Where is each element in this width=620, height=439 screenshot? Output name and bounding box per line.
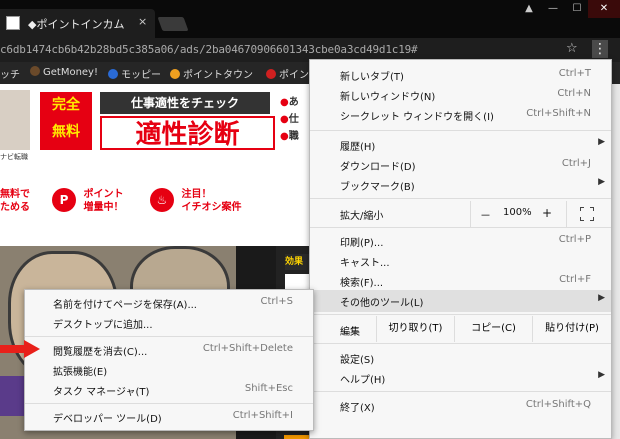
maximize-button[interactable]: ☐ — [566, 0, 588, 18]
menu-item-new-tab[interactable]: 新しいタブ(T) Ctrl+T — [310, 64, 611, 86]
zoom-label: 拡大/縮小 — [340, 211, 384, 222]
menu-item-help[interactable]: ヘルプ(H) ▶ — [310, 367, 611, 389]
menu-item-new-window[interactable]: 新しいウィンドウ(N) Ctrl+N — [310, 84, 611, 106]
menu-item-print[interactable]: 印刷(P)... Ctrl+P — [310, 230, 611, 252]
chrome-main-menu: 新しいタブ(T) Ctrl+T 新しいウィンドウ(N) Ctrl+N シークレット … — [309, 59, 612, 439]
cut-button[interactable]: 切り取り(T) — [376, 316, 454, 342]
menu-item-find[interactable]: 検索(F)... Ctrl+F — [310, 270, 611, 292]
menu-item-bookmarks[interactable]: ブックマーク(B) ▶ — [310, 174, 611, 196]
ad-banner[interactable]: ナビ転職 完全 無料 仕事適性をチェック 適性診断 ●あ ●仕 ●職 — [0, 84, 310, 161]
tab-title: ◆ポイントインカム — [28, 18, 125, 31]
menu-edit-row: 編集 切り取り(T) コピー(C) 貼り付け(P) — [310, 316, 611, 342]
submenu-arrow-icon: ▶ — [598, 137, 605, 147]
zoom-out-button[interactable]: － — [480, 207, 491, 223]
menu-separator — [310, 314, 611, 315]
close-window-button[interactable]: ✕ — [588, 0, 620, 18]
pointtown-icon — [170, 69, 180, 79]
chrome-menu-button[interactable]: ⋮ — [592, 40, 608, 58]
window-titlebar: ◆ポイントインカム × ▲ — ☐ ✕ — [0, 0, 620, 38]
submenu-item-save-page[interactable]: 名前を付けてページを保存(A)... Ctrl+S — [25, 293, 313, 313]
menu-separator — [310, 343, 611, 344]
favicon-icon — [6, 16, 20, 30]
submenu-arrow-icon: ▶ — [598, 177, 605, 187]
getmoney-icon — [30, 66, 40, 76]
ad-avatar-image — [0, 90, 30, 150]
menu-item-incognito[interactable]: シークレット ウィンドウを開く(I) Ctrl+Shift+N — [310, 104, 611, 126]
point-icon — [266, 69, 276, 79]
new-tab-button[interactable] — [157, 17, 189, 31]
submenu-item-add-to-desktop[interactable]: デスクトップに追加... — [25, 313, 313, 333]
feature-free[interactable]: 無料で ためる — [0, 188, 30, 214]
side-tag: 効果 — [285, 254, 311, 270]
zoom-in-button[interactable]: + — [542, 206, 552, 220]
browser-tab[interactable]: ◆ポイントインカム × — [0, 9, 155, 38]
zoom-level: 100% — [503, 207, 532, 218]
ad-main-text: 適性診断 — [100, 116, 275, 150]
bookmark-item-point[interactable]: ポイン — [266, 66, 309, 81]
submenu-item-extensions[interactable]: 拡張機能(E) — [25, 360, 313, 380]
profile-icon[interactable]: ▲ — [518, 0, 540, 18]
bookmark-item-getmoney[interactable]: GetMoney! — [30, 66, 98, 78]
menu-separator — [310, 227, 611, 228]
menu-separator — [25, 403, 313, 404]
menu-separator — [310, 198, 611, 199]
ad-badge-line2: 無料 — [52, 124, 80, 140]
bookmark-star-icon[interactable]: ☆ — [566, 41, 578, 56]
submenu-item-clear-browsing-data[interactable]: 閲覧履歴を消去(C)... Ctrl+Shift+Delete — [25, 340, 313, 360]
menu-separator — [310, 391, 611, 392]
edit-label: 編集 — [340, 327, 360, 338]
submenu-arrow-icon: ▶ — [598, 293, 605, 303]
paste-button[interactable]: 貼り付け(P) — [532, 316, 611, 342]
menu-item-exit[interactable]: 終了(X) Ctrl+Shift+Q — [310, 395, 611, 417]
menu-item-more-tools[interactable]: その他のツール(L) ▶ — [310, 290, 611, 312]
copy-button[interactable]: コピー(C) — [454, 316, 532, 342]
bookmark-item-moppy[interactable]: モッピー — [108, 66, 161, 81]
tab-close-button[interactable]: × — [138, 15, 147, 28]
feature-row: 無料で ためる P ポイント 増量中！ ♨ 注目！ イチオシ案件 — [0, 188, 310, 228]
fullscreen-icon[interactable] — [580, 207, 594, 221]
ad-title: 仕事適性をチェック — [100, 92, 270, 114]
purple-strip — [0, 376, 24, 416]
menu-zoom-row: 拡大/縮小 － 100% + — [310, 201, 611, 227]
ad-bullets: ●あ ●仕 ●職 — [280, 97, 299, 142]
more-tools-submenu: 名前を付けてページを保存(A)... Ctrl+S デスクトップに追加... 閲覧… — [24, 289, 314, 431]
moppy-icon — [108, 69, 118, 79]
menu-separator — [25, 336, 313, 337]
ad-badge-line1: 完全 — [52, 97, 80, 113]
submenu-arrow-icon: ▶ — [598, 370, 605, 380]
feature-point-up[interactable]: P ポイント 増量中！ — [52, 188, 123, 214]
menu-item-cast[interactable]: キャスト... — [310, 250, 611, 272]
submenu-item-developer-tools[interactable]: デベロッパー ツール(D) Ctrl+Shift+I — [25, 407, 313, 427]
menu-item-settings[interactable]: 設定(S) — [310, 347, 611, 369]
red-arrow-icon — [0, 340, 40, 358]
menu-item-downloads[interactable]: ダウンロード(D) Ctrl+J — [310, 154, 611, 176]
flame-icon: ♨ — [150, 188, 174, 212]
ad-avatar-caption: ナビ転職 — [0, 153, 28, 161]
minimize-button[interactable]: — — [542, 0, 564, 18]
bookmark-item[interactable]: ッチ — [0, 66, 20, 81]
ad-free-badge: 完全 無料 — [40, 92, 92, 150]
submenu-item-task-manager[interactable]: タスク マネージャ(T) Shift+Esc — [25, 380, 313, 400]
menu-item-history[interactable]: 履歴(H) ▶ — [310, 134, 611, 156]
feature-recommended[interactable]: ♨ 注目！ イチオシ案件 — [150, 188, 241, 214]
url-field[interactable]: c6db1474cb6b42b28bd5c385a06/ads/2ba04670… — [0, 43, 418, 56]
point-bag-icon: P — [52, 188, 76, 212]
menu-separator — [310, 130, 611, 131]
bookmark-item-pointtown[interactable]: ポイントタウン — [170, 66, 253, 81]
